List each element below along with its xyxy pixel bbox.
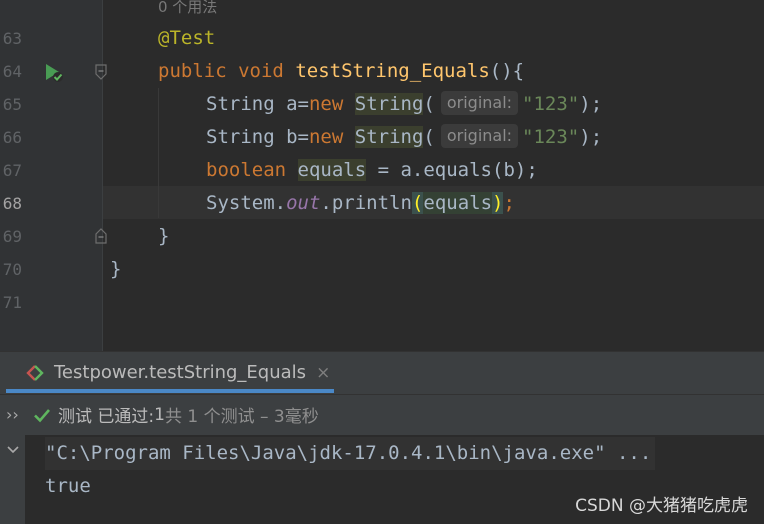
line-number: 71 xyxy=(2,293,22,312)
junit-test-icon xyxy=(26,364,44,381)
line-number: 68 xyxy=(2,194,22,213)
line-number: 64 xyxy=(2,62,22,81)
code-line-69: } xyxy=(158,220,169,253)
keyword-boolean: boolean xyxy=(206,159,287,181)
test-status-bar: ›› 测试 已通过: 1 共 1 个测试 – 3毫秒 xyxy=(0,394,764,434)
field-out: out xyxy=(286,192,321,214)
run-test-icon[interactable] xyxy=(41,60,65,84)
line-number: 65 xyxy=(2,95,22,114)
paren-open-matched: ( xyxy=(411,192,424,214)
line-number: 67 xyxy=(2,161,22,180)
test-summary: 共 1 个测试 – 3毫秒 xyxy=(164,407,319,427)
var-b: b= xyxy=(274,126,309,148)
line-number: 63 xyxy=(2,29,22,48)
close-brace-class: } xyxy=(110,258,122,280)
chevron-down-icon[interactable] xyxy=(0,437,25,465)
ctor-string: String xyxy=(354,126,424,148)
line-end: ); xyxy=(579,126,603,148)
line-number: 66 xyxy=(2,128,22,147)
param-hint: original: xyxy=(440,91,519,115)
run-tab[interactable]: Testpower.testString_Equals × xyxy=(8,352,342,393)
line-number: 69 xyxy=(2,227,22,246)
arg-equals: equals xyxy=(423,192,493,214)
param-hint: original: xyxy=(440,124,519,148)
fold-marker-icon[interactable] xyxy=(94,64,108,80)
expand-chevrons-icon[interactable]: ›› xyxy=(6,405,32,424)
test-passed-count: 1 xyxy=(154,404,165,425)
code-line-68: System.out.println(equals); xyxy=(206,187,515,220)
tab-active-indicator xyxy=(6,389,334,393)
run-tab-label[interactable]: Testpower.testString_Equals xyxy=(54,362,306,383)
console-side-toolbar xyxy=(0,435,25,524)
code-line-70: } xyxy=(110,253,121,286)
keyword-new: new xyxy=(308,126,344,148)
usage-hint-text[interactable]: 0 个用法 xyxy=(158,0,217,16)
method-name: testString_Equals xyxy=(295,60,490,82)
usage-hint[interactable]: 0 个用法 xyxy=(158,0,217,23)
string-literal: "123" xyxy=(522,126,580,148)
check-icon xyxy=(34,408,50,422)
keyword-new: new xyxy=(308,93,344,115)
close-icon[interactable]: × xyxy=(316,363,330,383)
system-class: System. xyxy=(206,192,287,214)
gutter-divider xyxy=(102,0,103,351)
code-line-67: boolean equals = a.equals(b); xyxy=(206,154,538,187)
equals-call: = a.equals(b); xyxy=(366,159,538,181)
code-editor[interactable]: 63 64 65 66 67 68 69 70 71 0 个用法 @Test p… xyxy=(0,0,764,351)
run-tab-bar: Testpower.testString_Equals × xyxy=(0,351,764,393)
console-output-line: true xyxy=(45,475,91,497)
code-line-66: String b=new String(original: "123"); xyxy=(206,121,602,154)
type-string: String xyxy=(206,93,275,115)
var-a: a= xyxy=(274,93,309,115)
method-paren: (){ xyxy=(489,60,525,82)
test-status-label: 测试 已通过: xyxy=(58,407,155,427)
paren: ( xyxy=(423,126,435,148)
console-command-line: "C:\Program Files\Java\jdk-17.0.4.1\bin\… xyxy=(45,437,656,470)
indent-guide xyxy=(158,88,159,218)
println-call: .println xyxy=(320,192,412,214)
keyword-void: void xyxy=(238,60,284,82)
annotation-test: @Test xyxy=(158,27,216,49)
line-end: ); xyxy=(579,93,603,115)
ctor-string: String xyxy=(354,93,424,115)
close-brace-method: } xyxy=(158,225,170,247)
line-number: 70 xyxy=(2,260,22,279)
code-line-63: @Test xyxy=(158,22,215,55)
watermark: CSDN @大猪猪吃虎虎 xyxy=(575,496,748,516)
string-literal: "123" xyxy=(522,93,580,115)
code-line-64: public void testString_Equals(){ xyxy=(158,55,524,88)
paren-close-matched: ) xyxy=(492,192,504,214)
keyword-public: public xyxy=(158,60,227,82)
code-line-65: String a=new String(original: "123"); xyxy=(206,88,602,121)
semicolon: ; xyxy=(503,192,515,214)
var-equals: equals xyxy=(297,159,367,181)
paren: ( xyxy=(423,93,435,115)
fold-marker-icon[interactable] xyxy=(94,228,108,244)
type-string: String xyxy=(206,126,275,148)
